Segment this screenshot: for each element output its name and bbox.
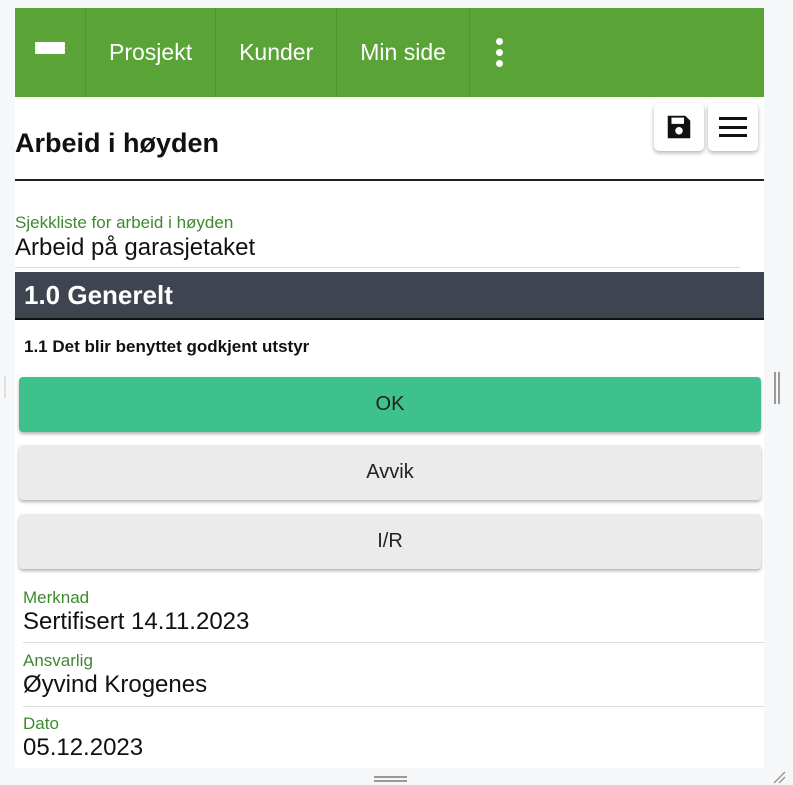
merknad-divider: [23, 642, 764, 643]
form-menu-button[interactable]: [708, 103, 758, 151]
nav-link-min-side[interactable]: Min side: [337, 8, 470, 97]
hamburger-icon: [719, 117, 747, 137]
avvik-button[interactable]: Avvik: [19, 445, 761, 500]
ansvarlig-label: Ansvarlig: [23, 651, 93, 670]
resize-grip-icon[interactable]: [772, 770, 786, 784]
checklist-value: Arbeid på garasjetaket: [15, 234, 256, 261]
nav-link-prosjekt[interactable]: Prosjekt: [86, 8, 217, 97]
horizontal-resize-handle[interactable]: [374, 776, 407, 782]
checklist-field[interactable]: Sjekkliste for arbeid i høyden Arbeid på…: [15, 213, 740, 262]
top-navbar: Prosjekt Kunder Min side: [15, 8, 764, 97]
ok-button[interactable]: OK: [19, 377, 761, 432]
section-header: 1.0 Generelt: [15, 272, 764, 320]
checklist-label: Sjekkliste for arbeid i høyden: [15, 213, 234, 232]
nav-more-button[interactable]: [470, 8, 530, 97]
checklist-divider: [15, 267, 740, 268]
ansvarlig-field[interactable]: Ansvarlig Øyvind Krogenes: [23, 651, 764, 699]
dato-value: 05.12.2023: [23, 734, 144, 761]
title-divider: [15, 179, 764, 181]
left-splitter-mark: [4, 376, 6, 398]
form-toolbar: [654, 103, 758, 151]
dato-label: Dato: [23, 714, 59, 733]
vertical-resize-handle[interactable]: [774, 372, 780, 404]
question-text: 1.1 Det blir benyttet godkjent utstyr: [24, 337, 310, 356]
merknad-value: Sertifisert 14.11.2023: [23, 608, 250, 635]
ansvarlig-divider: [23, 706, 764, 707]
save-button[interactable]: [654, 103, 704, 151]
vertical-dots-icon: [496, 38, 504, 67]
nav-link-kunder[interactable]: Kunder: [216, 8, 338, 97]
floppy-disk-icon: [667, 115, 691, 139]
merknad-label: Merknad: [23, 588, 90, 607]
nav-menu-button[interactable]: [15, 8, 86, 97]
hamburger-icon: [35, 41, 65, 64]
app-frame: Prosjekt Kunder Min side Arbeid i høyden…: [15, 8, 764, 768]
dato-field[interactable]: Dato 05.12.2023: [23, 714, 764, 762]
ir-button[interactable]: I/R: [19, 514, 761, 569]
page-title: Arbeid i høyden: [15, 128, 220, 158]
ansvarlig-value: Øyvind Krogenes: [23, 671, 208, 698]
merknad-field[interactable]: Merknad Sertifisert 14.11.2023: [23, 588, 764, 636]
